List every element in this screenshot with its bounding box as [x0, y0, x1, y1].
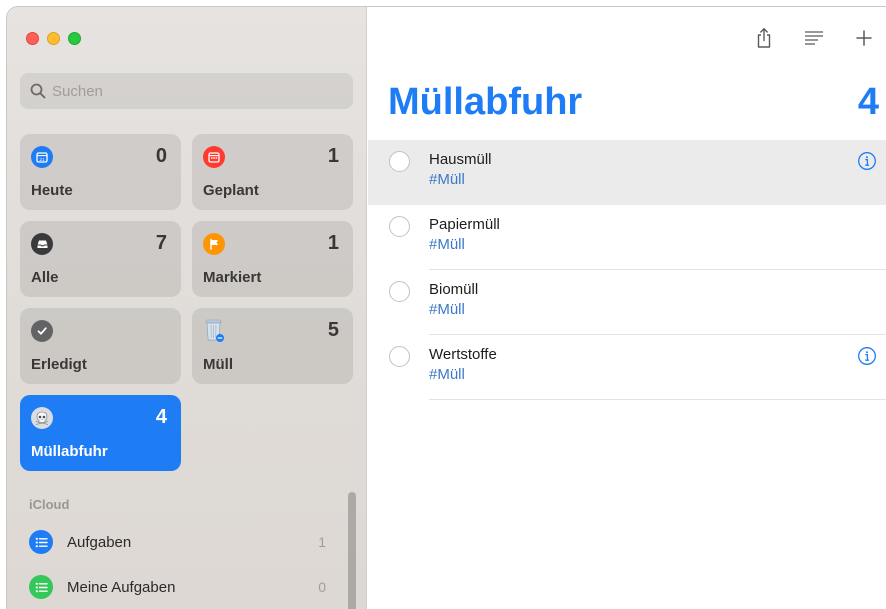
- calendar-icon: [203, 146, 225, 168]
- share-button[interactable]: [751, 25, 777, 51]
- smart-list-label: Alle: [31, 269, 59, 286]
- flag-icon: [203, 233, 225, 255]
- smart-list-label: Müllabfuhr: [31, 443, 108, 460]
- list-count: 4: [857, 81, 879, 123]
- reminder-row[interactable]: Biomüll #Müll: [368, 270, 886, 335]
- tray-icon: [31, 233, 53, 255]
- complete-checkbox[interactable]: [389, 281, 410, 302]
- reminder-title[interactable]: Wertstoffe: [429, 346, 497, 363]
- smart-list-markiert[interactable]: 1 Markiert: [192, 221, 353, 297]
- checkmark-icon: [31, 320, 53, 342]
- reminder-title[interactable]: Hausmüll: [429, 151, 492, 168]
- search-icon: [30, 83, 46, 99]
- plus-icon: [856, 30, 872, 46]
- calendar-today-icon: 21: [31, 146, 53, 168]
- smart-list-geplant[interactable]: 1 Geplant: [192, 134, 353, 210]
- list-title: Müllabfuhr: [388, 81, 583, 123]
- sidebar-list-count: 1: [318, 534, 326, 550]
- smart-list-count: 0: [155, 145, 167, 167]
- sidebar-list-name: Meine Aufgaben: [67, 578, 176, 596]
- smart-list-count: 1: [327, 145, 339, 167]
- info-icon[interactable]: [857, 346, 877, 366]
- smart-list-label: Markiert: [203, 269, 262, 286]
- sidebar-list-aufgaben[interactable]: Aufgaben 1: [20, 525, 340, 559]
- reminder-row[interactable]: Hausmüll #Müll: [368, 140, 886, 205]
- smart-list-label: Erledigt: [31, 356, 87, 373]
- reminder-row[interactable]: Papiermüll #Müll: [368, 205, 886, 270]
- reminders-window: 21 0 Heute 1 Geplant: [6, 6, 886, 609]
- reminder-tag[interactable]: #Müll: [429, 301, 465, 318]
- share-icon: [757, 28, 771, 48]
- sidebar-list-name: Aufgaben: [67, 533, 132, 551]
- smart-list-label: Müll: [203, 356, 233, 373]
- smart-list-erledigt[interactable]: Erledigt: [20, 308, 181, 384]
- list-bullet-icon: [29, 530, 53, 554]
- close-window-button[interactable]: [26, 32, 39, 45]
- list-bullet-icon: [29, 575, 53, 599]
- sidebar-list-count: 0: [318, 579, 326, 595]
- sidebar-scrollbar[interactable]: [348, 492, 356, 609]
- smart-list-count: 7: [155, 232, 167, 254]
- sidebar: 21 0 Heute 1 Geplant: [7, 7, 367, 609]
- smart-list-heute[interactable]: 21 0 Heute: [20, 134, 181, 210]
- reminder-row[interactable]: Wertstoffe #Müll: [368, 335, 886, 400]
- complete-checkbox[interactable]: [389, 216, 410, 237]
- sort-button[interactable]: [801, 25, 827, 51]
- reminder-title[interactable]: Biomüll: [429, 281, 478, 298]
- reminder-tag[interactable]: #Müll: [429, 366, 465, 383]
- search-input[interactable]: [52, 82, 332, 100]
- reminder-tag[interactable]: #Müll: [429, 171, 465, 188]
- reminder-tag[interactable]: #Müll: [429, 236, 465, 253]
- complete-checkbox[interactable]: [389, 346, 410, 367]
- smart-list-alle[interactable]: 7 Alle: [20, 221, 181, 297]
- row-divider: [429, 399, 886, 400]
- svg-text:21: 21: [39, 157, 45, 162]
- sort-lines-icon: [805, 31, 823, 45]
- complete-checkbox[interactable]: [389, 151, 410, 172]
- search-field[interactable]: [20, 73, 353, 109]
- smart-list-label: Heute: [31, 182, 73, 199]
- sidebar-list-meine-aufgaben[interactable]: Meine Aufgaben 0: [20, 570, 340, 604]
- smart-list-count: 1: [327, 232, 339, 254]
- smart-list-muellabfuhr[interactable]: 4 Müllabfuhr: [20, 395, 181, 471]
- trash-icon: [203, 319, 225, 342]
- smart-list-count: 5: [327, 319, 339, 341]
- skull-icon: [31, 407, 53, 429]
- toolbar: [751, 25, 886, 51]
- smart-list-label: Geplant: [203, 182, 259, 199]
- add-reminder-button[interactable]: [851, 25, 877, 51]
- main-pane: Müllabfuhr 4 Hausmüll #Müll Papiermüll #…: [368, 7, 886, 609]
- window-controls: [26, 32, 81, 45]
- minimize-window-button[interactable]: [47, 32, 60, 45]
- zoom-window-button[interactable]: [68, 32, 81, 45]
- reminder-title[interactable]: Papiermüll: [429, 216, 500, 233]
- smart-list-count: 4: [155, 406, 167, 428]
- smart-list-muell[interactable]: 5 Müll: [192, 308, 353, 384]
- section-title-icloud: iCloud: [29, 497, 70, 512]
- info-icon[interactable]: [857, 151, 877, 171]
